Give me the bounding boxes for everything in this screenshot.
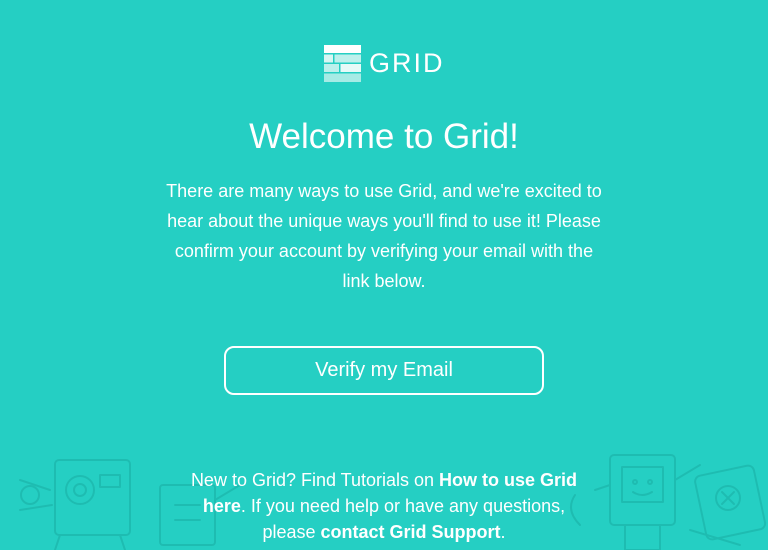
verify-email-button[interactable]: Verify my Email <box>224 346 544 395</box>
footer-text-part3: . <box>500 522 506 542</box>
intro-paragraph: There are many ways to use Grid, and we'… <box>166 181 602 291</box>
footer-text-part1: New to Grid? Find Tutorials on <box>190 470 440 490</box>
page-title: Welcome to Grid! <box>249 117 519 156</box>
brand-name: GRID <box>369 48 445 78</box>
grid-logo[interactable]: GRID <box>324 45 445 82</box>
grid-logo-icon <box>324 45 361 82</box>
contact-support-link[interactable]: contact Grid Support <box>321 522 501 542</box>
footer-help-text: New to Grid? Find Tutorials on How to us… <box>184 467 584 545</box>
email-page: GRID Welcome to Grid! There are many way… <box>0 0 768 550</box>
